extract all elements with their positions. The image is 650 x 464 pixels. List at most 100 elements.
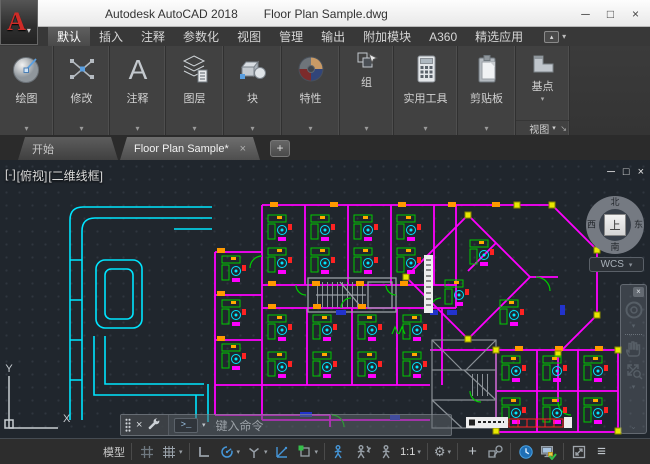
panel-expand-icon[interactable]: ▾ — [192, 124, 196, 133]
annotation-scale-icon — [378, 444, 394, 460]
compass-north[interactable]: 北 — [610, 196, 619, 209]
ribbon-tab-annotate[interactable]: 注释 — [132, 27, 174, 46]
panel-expand-icon[interactable]: ▾ — [79, 124, 83, 133]
annotation-scale-button[interactable]: 1:1 ▾ — [397, 441, 424, 463]
panel-block[interactable]: 块 ▾ — [224, 46, 282, 135]
viewport-menu-button[interactable]: [-] — [5, 167, 16, 184]
zoom-extents-icon[interactable] — [624, 361, 644, 381]
maximize-button[interactable]: □ — [598, 3, 623, 25]
chevron-down-icon[interactable]: ▾ — [264, 448, 268, 456]
ucs-x-label: X — [63, 413, 71, 425]
chevron-down-icon[interactable]: ▾ — [179, 448, 183, 456]
ribbon-tab-manage[interactable]: 管理 — [270, 27, 312, 46]
ribbon-tab-parametric[interactable]: 参数化 — [174, 27, 228, 46]
chevron-down-icon[interactable]: ▾ — [632, 383, 636, 391]
view-cube-top-face[interactable]: 上 — [604, 214, 626, 236]
ribbon-tab-output[interactable]: 输出 — [312, 27, 354, 46]
ribbon-tab-addins[interactable]: 附加模块 — [354, 27, 420, 46]
ribbon-tab-insert[interactable]: 插入 — [90, 27, 132, 46]
drawing-minimize-button[interactable]: ─ — [607, 166, 615, 178]
drawing-close-button[interactable]: × — [638, 166, 644, 178]
panel-expand-icon[interactable]: ▾ — [250, 124, 254, 133]
clean-screen-button[interactable] — [567, 441, 590, 463]
panel-modify[interactable]: 修改 ▾ — [54, 46, 110, 135]
annotation-visibility-button[interactable] — [328, 441, 351, 463]
navigation-wheel-icon[interactable] — [624, 300, 644, 320]
panel-layers[interactable]: 图层 ▾ — [166, 46, 224, 135]
new-tab-button[interactable]: + — [270, 140, 290, 157]
command-line-grip-area[interactable]: × — [121, 415, 169, 435]
command-close-icon[interactable]: × — [136, 420, 142, 431]
chevron-down-icon[interactable]: ▾ — [237, 448, 241, 456]
view-group-footer[interactable]: 视图 ▾ ↘ — [516, 120, 569, 135]
panel-annotate[interactable]: A 注释 ▾ — [110, 46, 166, 135]
customize-wrench-icon[interactable] — [147, 417, 160, 433]
minimize-button[interactable]: ─ — [573, 3, 598, 25]
chevron-down-icon[interactable]: ▾ — [315, 448, 319, 456]
annotation-autoscale-button[interactable] — [351, 441, 374, 463]
panel-expand-icon[interactable]: ▾ — [135, 124, 139, 133]
ortho-mode-button[interactable] — [193, 441, 216, 463]
panel-expand-icon[interactable]: ▾ — [24, 124, 28, 133]
panel-clipboard[interactable]: 剪贴板 ▾ — [458, 46, 516, 135]
application-menu-button[interactable]: A ▾ — [0, 0, 38, 45]
wcs-dropdown[interactable]: WCS ▾ — [589, 257, 644, 272]
command-prompt-icon[interactable]: >_ — [174, 418, 198, 433]
panel-draw[interactable]: 绘图 ▾ — [0, 46, 54, 135]
panel-expand-icon[interactable]: ▾ — [308, 124, 312, 133]
chevron-down-icon[interactable]: ▾ — [541, 95, 545, 103]
compass-west[interactable]: 西 — [587, 219, 596, 232]
ribbon-tab-view[interactable]: 视图 — [228, 27, 270, 46]
drag-grip-icon[interactable] — [125, 418, 131, 432]
title-bar: A ▾ Autodesk AutoCAD 2018 Floor Plan Sam… — [0, 0, 650, 27]
panel-view-base[interactable]: 基点 ▾ 视图 ▾ ↘ — [516, 46, 570, 135]
isometric-drafting-button[interactable]: ▾ — [243, 441, 271, 463]
panel-properties[interactable]: 特性 ▾ — [282, 46, 340, 135]
drawing-canvas[interactable]: [-] [俯视] [二维线框] ─ □ × 北 南 西 东 上 WCS ▾ × — [0, 160, 650, 438]
compass-east[interactable]: 东 — [634, 219, 643, 232]
ribbon-tab-featured-apps[interactable]: 精选应用 — [466, 27, 532, 46]
view-control-button[interactable]: [俯视] — [17, 167, 48, 184]
polar-tracking-button[interactable]: ▾ — [216, 441, 244, 463]
workspace-switching-button[interactable]: ⚙ ▾ — [431, 441, 454, 463]
trusted-dwg-button[interactable] — [537, 441, 560, 463]
annotation-scale-person-button[interactable] — [374, 441, 397, 463]
customization-button[interactable]: ≡ — [590, 441, 613, 463]
grid-display-button[interactable]: ▾ — [158, 441, 186, 463]
drawing-restore-button[interactable]: □ — [623, 166, 630, 178]
ribbon-tab-home[interactable]: 默认 — [48, 27, 90, 46]
isolate-objects-button[interactable] — [484, 441, 507, 463]
chevron-down-icon[interactable]: ▾ — [448, 448, 452, 456]
tab-floor-plan-sample[interactable]: Floor Plan Sample* × — [120, 137, 260, 160]
floor-plan-drawing[interactable] — [0, 160, 650, 438]
tab-close-icon[interactable]: × — [240, 143, 246, 155]
annotation-monitor-button[interactable]: + — [461, 441, 484, 463]
ribbon-tab-a360[interactable]: A360 — [420, 27, 466, 46]
close-button[interactable]: × — [623, 3, 648, 25]
ribbon-collapse-button[interactable]: ▴ ▾ — [544, 27, 566, 46]
snap-mode-button[interactable] — [135, 441, 158, 463]
command-input[interactable]: >_ ▾ 键入命令 — [169, 417, 264, 434]
navbar-more-icon[interactable]: ⌄ — [630, 424, 637, 430]
object-snap-button[interactable]: ▾ — [294, 441, 322, 463]
model-space-button[interactable]: 模型 — [100, 441, 128, 463]
navigation-bar[interactable]: × ▾ ▾ ⌄ — [620, 284, 647, 434]
chevron-down-icon[interactable]: ▾ — [417, 448, 421, 456]
graphics-performance-button[interactable] — [514, 441, 537, 463]
compass-south[interactable]: 南 — [610, 241, 619, 254]
object-snap-tracking-button[interactable] — [271, 441, 294, 463]
chevron-down-icon[interactable]: ▾ — [202, 421, 206, 429]
command-line[interactable]: × >_ ▾ 键入命令 — [120, 414, 452, 436]
tab-start[interactable]: 开始 — [18, 137, 118, 160]
view-cube[interactable]: 北 南 西 东 上 — [586, 196, 644, 254]
panel-expand-icon[interactable]: ▾ — [484, 124, 488, 133]
panel-utilities[interactable]: 实用工具 ▾ — [394, 46, 458, 135]
navbar-close-icon[interactable]: × — [633, 287, 644, 297]
chevron-down-icon[interactable]: ▾ — [632, 322, 636, 330]
visual-style-button[interactable]: [二维线框] — [48, 167, 103, 184]
panel-expand-icon[interactable]: ▾ — [364, 124, 368, 133]
panel-group[interactable]: 组 ▾ — [340, 46, 394, 135]
pan-hand-icon[interactable] — [624, 339, 643, 359]
panel-expand-icon[interactable]: ▾ — [423, 124, 427, 133]
panel-launcher-icon[interactable]: ↘ — [560, 124, 567, 133]
